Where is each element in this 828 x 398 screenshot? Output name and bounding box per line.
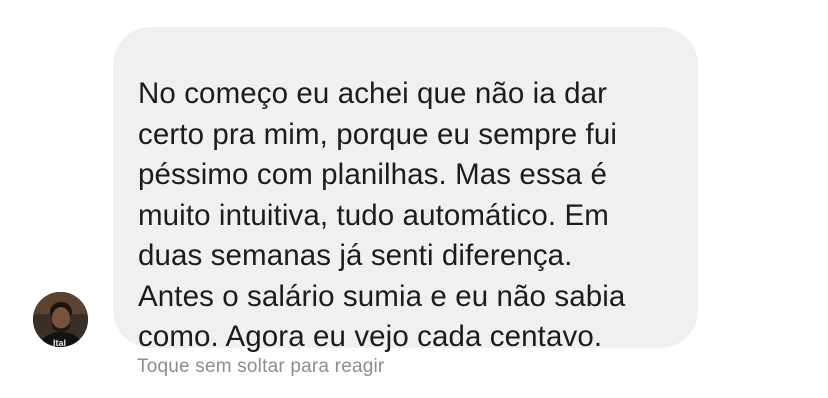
avatar-shirt-text: Ital bbox=[53, 338, 66, 347]
message-line: certo pra mim, porque eu sempre fui bbox=[138, 117, 617, 151]
message-line: péssimo com planilhas. Mas essa é bbox=[138, 158, 607, 191]
reaction-hint: Toque sem soltar para reagir bbox=[137, 356, 385, 377]
message-thread: Ital No começo eu achei que não ia dar c… bbox=[0, 0, 828, 398]
message-line: muito intuitiva, tudo automático. Em bbox=[138, 198, 609, 232]
avatar-photo-icon: Ital bbox=[33, 292, 88, 347]
message-bubble[interactable]: No começo eu achei que não ia dar certo … bbox=[113, 27, 698, 353]
message-text: No começo eu achei que não ia dar certo … bbox=[138, 74, 674, 358]
message-line: No começo eu achei que não ia dar bbox=[138, 77, 608, 110]
message-line: Antes o salário sumia e eu não sabia bbox=[138, 279, 626, 313]
message-line: como. Agora eu vejo cada centavo. bbox=[138, 320, 603, 353]
message-line: duas semanas já senti diferença. bbox=[138, 239, 573, 272]
sender-avatar[interactable]: Ital bbox=[33, 292, 88, 347]
